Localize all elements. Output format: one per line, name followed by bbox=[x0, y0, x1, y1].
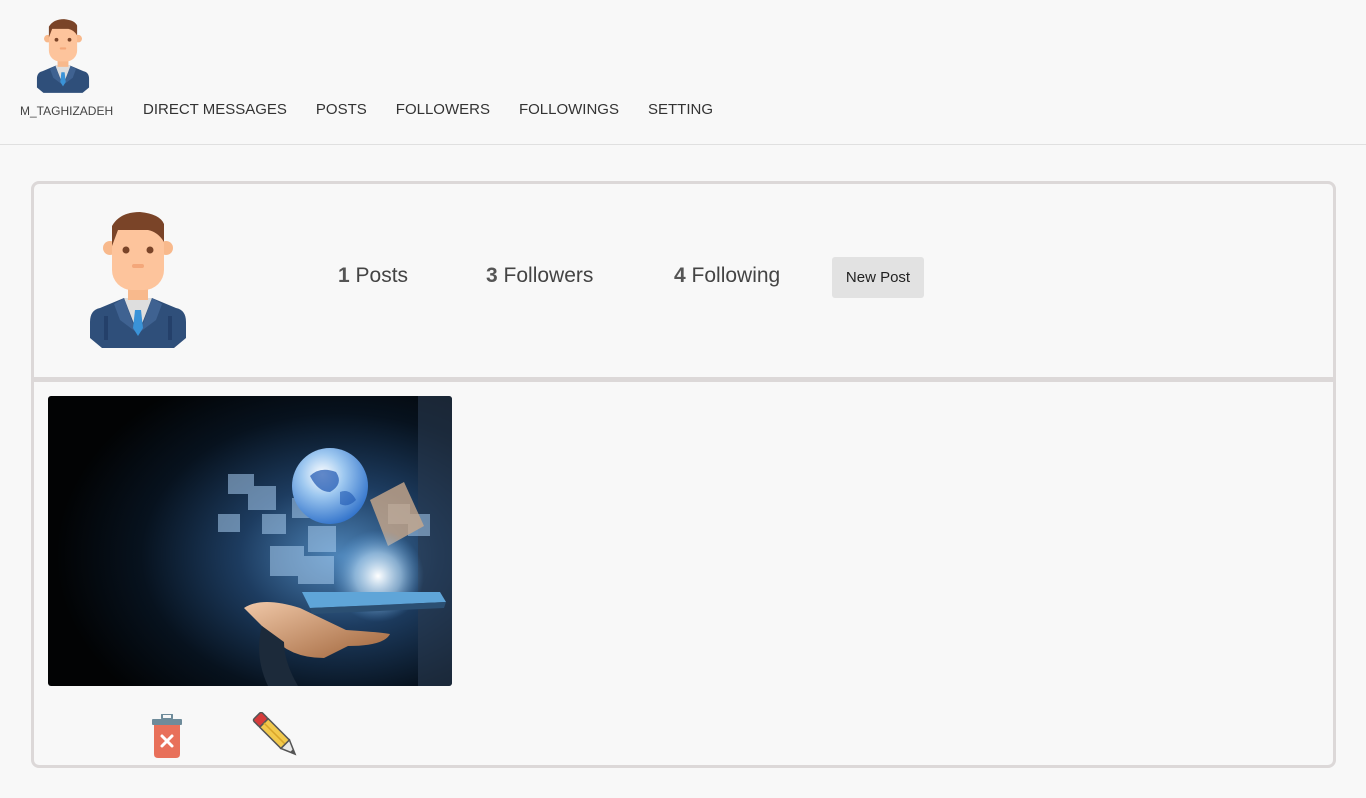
following-label: Following bbox=[691, 264, 781, 287]
post-image[interactable] bbox=[48, 396, 452, 686]
nav-link-setting[interactable]: SETTING bbox=[648, 101, 713, 118]
posts-label: Posts bbox=[355, 264, 409, 287]
following-count: 4 bbox=[674, 264, 686, 287]
post-actions bbox=[48, 712, 452, 762]
nav-menu: DIRECT MESSAGES POSTS FOLLOWERS FOLLOWIN… bbox=[143, 101, 742, 118]
nav-link-direct-messages[interactable]: DIRECT MESSAGES bbox=[143, 101, 287, 118]
top-navigation: M_TAGHIZADEH DIRECT MESSAGES POSTS FOLLO… bbox=[0, 0, 1366, 145]
nav-link-posts[interactable]: POSTS bbox=[316, 101, 367, 118]
posts-count: 1 bbox=[338, 264, 350, 287]
followers-count: 3 bbox=[486, 264, 498, 287]
profile-avatar-icon bbox=[90, 212, 186, 348]
trash-icon[interactable] bbox=[150, 714, 184, 758]
user-avatar-icon[interactable] bbox=[36, 18, 90, 94]
new-post-button[interactable]: New Post bbox=[832, 257, 924, 298]
posts-stat[interactable]: 1 Posts bbox=[338, 264, 408, 288]
nav-link-followers[interactable]: FOLLOWERS bbox=[396, 101, 490, 118]
profile-card: 1 Posts 3 Followers 4 Following New Post bbox=[31, 181, 1336, 768]
nav-username[interactable]: M_TAGHIZADEH bbox=[20, 104, 113, 118]
followers-stat[interactable]: 3 Followers bbox=[486, 264, 593, 288]
nav-link-followings[interactable]: FOLLOWINGS bbox=[519, 101, 619, 118]
profile-header: 1 Posts 3 Followers 4 Following New Post bbox=[34, 184, 1333, 382]
pencil-icon[interactable] bbox=[252, 712, 300, 758]
following-stat[interactable]: 4 Following bbox=[674, 264, 780, 288]
post-item bbox=[48, 396, 452, 758]
followers-label: Followers bbox=[503, 264, 594, 287]
